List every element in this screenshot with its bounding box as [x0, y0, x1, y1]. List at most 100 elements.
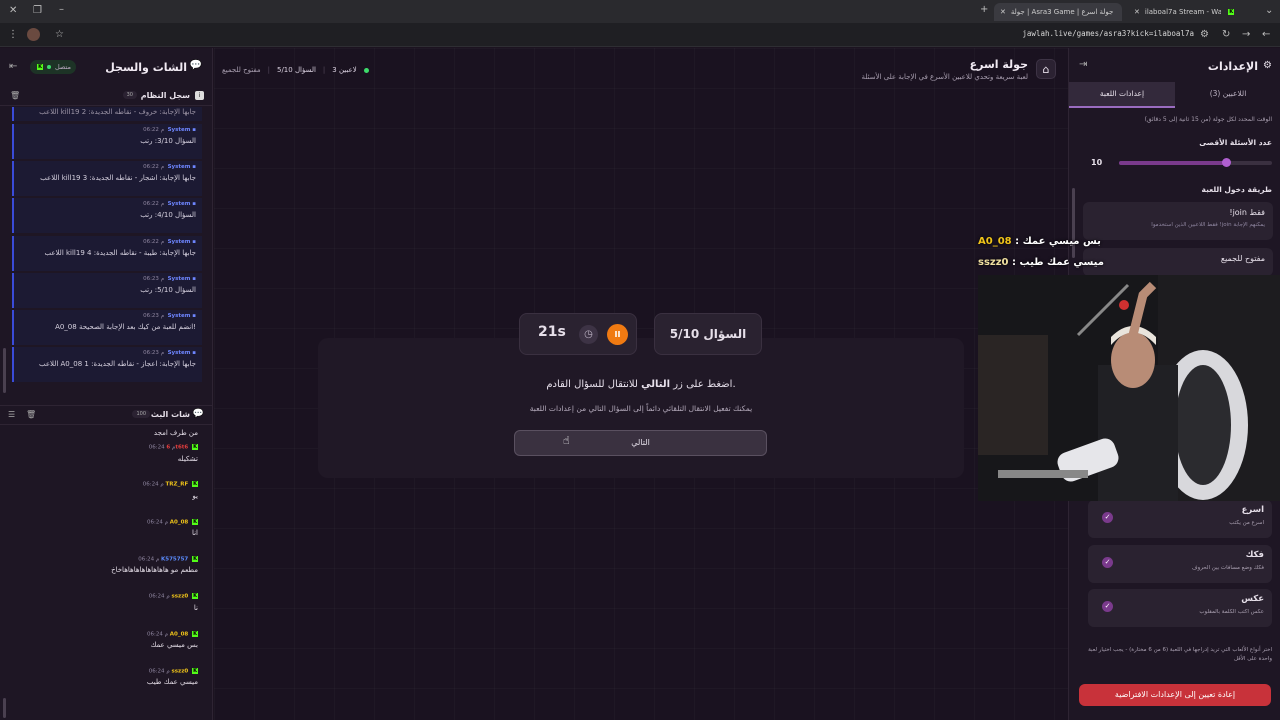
game-types-note: اختر أنواع الألعاب التي تريد إدراجها في … [1088, 647, 1272, 662]
game-subtitle: لعبة سريعة وتحدي للاعبين الأسرع في الإجا… [861, 73, 1028, 81]
live-chat-list[interactable]: من طرف امجد 06:24 م 6t6t6 K تشكيله 06:24 م… [0, 426, 212, 720]
overlay-chat-line: A0_08 : بس ميسي عمك [978, 236, 1101, 247]
back-icon[interactable]: ← [1262, 30, 1270, 40]
chat-time: 06:24 م [148, 444, 176, 451]
log-time: 06:23 م [143, 313, 165, 319]
chat-username[interactable]: A0_08 [170, 519, 189, 525]
close-window-icon[interactable]: ✕ [9, 6, 17, 16]
round-time-note: الوقت المحدد لكل جولة (من 15 ثانية إلى 5… [1144, 116, 1272, 123]
new-tab-icon[interactable]: + [980, 5, 988, 15]
game-area: ⌂ جولة اسرع لعبة سريعة وتحدي للاعبين الأ… [214, 48, 1068, 720]
online-dot [363, 67, 369, 73]
site-settings-icon[interactable]: ⚙ [1200, 30, 1209, 40]
chat-username[interactable]: sszz0 [171, 594, 188, 600]
chat-username[interactable]: A0_08 [170, 631, 189, 637]
game-type-option[interactable]: ✓ اسرع اسرع من يكتب [1088, 500, 1272, 538]
chat-time: 06:24 م [146, 519, 168, 526]
minimize-window-icon[interactable]: – [59, 5, 64, 15]
tab-close-icon[interactable]: ✕ [1134, 8, 1140, 16]
log-sender: System [167, 275, 191, 282]
log-time: 06:22 م [143, 238, 165, 245]
game-type-title: اسرع [1241, 505, 1264, 515]
webcam-feed [978, 275, 1280, 501]
stream-chat-overlay: A0_08 : بس ميسي عمك sszz0 : ميسي عمك طيب [978, 233, 1280, 275]
system-log-entry: 06:23 م System ▪ السؤال 5/10: رتب [12, 272, 202, 308]
connection-status-badge: K متصل [30, 60, 77, 74]
reload-icon[interactable]: ↻ [1222, 30, 1230, 40]
chat-scrollbar[interactable] [3, 698, 6, 718]
chat-meta: 06:24 م K575757 K [8, 555, 198, 562]
tab-title: جولة | Asra3 Game | جولة اسرع [1010, 8, 1114, 16]
log-time: 06:22 م [143, 127, 165, 133]
system-log-count: 30 [122, 91, 137, 99]
settings-title: الإعدادات [1207, 60, 1258, 73]
max-questions-slider[interactable] [1119, 158, 1272, 167]
browser-tab-stream[interactable]: ✕ ilaboal7a Stream - Watch Live o K [1128, 3, 1240, 21]
tab-players[interactable]: اللاعبين (3) [1175, 82, 1280, 108]
log-text: A0_08 انضم للعبة من كيك بعد الإجابة الصح… [55, 323, 196, 331]
url-field[interactable]: jawlah.live/games/asra3?kick=ilaboal7a [1022, 29, 1194, 38]
log-text: اللاعب A0_08 جابها الإجابة: اعجاز - نقاط… [38, 360, 196, 369]
log-sender: System [167, 127, 191, 133]
game-type-desc: اسرع من يكتب [1229, 520, 1264, 526]
chat-and-log-panel: ⇤ K متصل 💬 الشات والسجل 🗑 i سجل النظام 3… [0, 48, 213, 720]
system-log-entry: 06:22 م System ▪ اللاعب kill19 جابها الإج… [12, 235, 202, 271]
chat-username[interactable]: K575757 [161, 556, 188, 562]
tab-close-icon[interactable]: ✕ [1000, 8, 1006, 16]
game-status-bar: مفتوح للجميع | السؤال 5/10 | 3 لاعبين [222, 66, 369, 74]
game-type-title: عكس [1241, 594, 1264, 604]
gear-icon: ⚙ [1263, 60, 1272, 71]
max-questions-label: عدد الأسئلة الأقصى [1199, 138, 1272, 147]
log-icon: i [195, 91, 204, 100]
game-type-option[interactable]: ✓ عكس عكس اكتب الكلمة بالمقلوب [1088, 589, 1272, 627]
log-sender: System [167, 164, 191, 171]
bot-icon: ▪ [192, 164, 196, 171]
trash-icon[interactable]: 🗑 [10, 91, 20, 100]
kick-icon: K [192, 630, 198, 637]
log-sender: System [167, 313, 191, 319]
tab-game-settings[interactable]: إعدادات اللعبة [1069, 82, 1175, 108]
bot-icon: ▪ [192, 201, 196, 208]
overlay-user: sszz0 [978, 257, 1009, 268]
restore-window-icon[interactable]: ❐ [33, 6, 42, 16]
chat-username[interactable]: TRZ_RF [166, 482, 189, 488]
filter-icon[interactable]: ☰ [8, 410, 15, 419]
status-dot [47, 65, 51, 69]
slider-thumb[interactable] [1222, 158, 1232, 167]
overlay-user: A0_08 [978, 236, 1012, 247]
join-option-desc: فقط اللاعبين الذين استخدموا !join يمكنهم… [1151, 222, 1265, 228]
chat-icon: 💬 [189, 60, 202, 71]
collapse-panel-icon[interactable]: ⇤ [9, 61, 17, 72]
collapse-panel-icon[interactable]: ⇥ [1079, 59, 1087, 70]
chat-meta: 06:24 م 6t6t6 K [8, 444, 198, 451]
log-sender: System [167, 350, 191, 357]
system-log-list[interactable]: اللاعب kill19 جابها الإجابة: خروف - نقاط… [0, 107, 212, 397]
chat-text: يو [192, 491, 198, 500]
tab-title: ilaboal7a Stream - Watch Live o [1144, 8, 1222, 16]
chat-username[interactable]: 6t6t6 [166, 445, 188, 451]
players-count: 3 لاعبين [332, 66, 357, 74]
profile-avatar[interactable] [27, 28, 40, 41]
home-button[interactable]: ⌂ [1036, 59, 1056, 79]
menu-icon[interactable]: ⋮ [8, 30, 18, 40]
chat-time: 06:24 م [148, 593, 170, 600]
browser-tab-game[interactable]: ✕ جولة | Asra3 Game | جولة اسرع [994, 3, 1122, 21]
trash-icon[interactable]: 🗑 [26, 410, 36, 419]
reset-defaults-button[interactable]: إعادة تعيين إلى الإعدادات الافتراضية [1079, 684, 1271, 706]
bookmark-star-icon[interactable]: ☆ [55, 30, 64, 40]
kick-icon: K [192, 593, 198, 600]
game-type-desc: عكس اكتب الكلمة بالمقلوب [1199, 609, 1264, 615]
tab-search-icon[interactable]: ⌄ [1265, 6, 1273, 16]
log-scrollbar[interactable] [3, 348, 6, 393]
forward-icon[interactable]: → [1242, 30, 1250, 40]
instruction-text: اضغط على زر التالي للانتقال للسؤال القاد… [318, 379, 964, 390]
chat-time: 06:24 م [142, 481, 164, 488]
game-type-desc: فكك وضع مسافات بين الحروف [1191, 564, 1264, 571]
log-text: السؤال 4/10: رتب [140, 211, 196, 220]
game-type-option[interactable]: ✓ فكك فكك وضع مسافات بين الحروف [1088, 544, 1272, 583]
webcam-image [978, 275, 1280, 501]
pause-button[interactable]: II [607, 324, 628, 345]
chat-text: مطعم مو هاهاهاهاهاهاهاهاخاخ [111, 566, 198, 575]
chat-username[interactable]: sszz0 [171, 668, 188, 674]
next-question-button[interactable]: التالي [514, 430, 767, 456]
